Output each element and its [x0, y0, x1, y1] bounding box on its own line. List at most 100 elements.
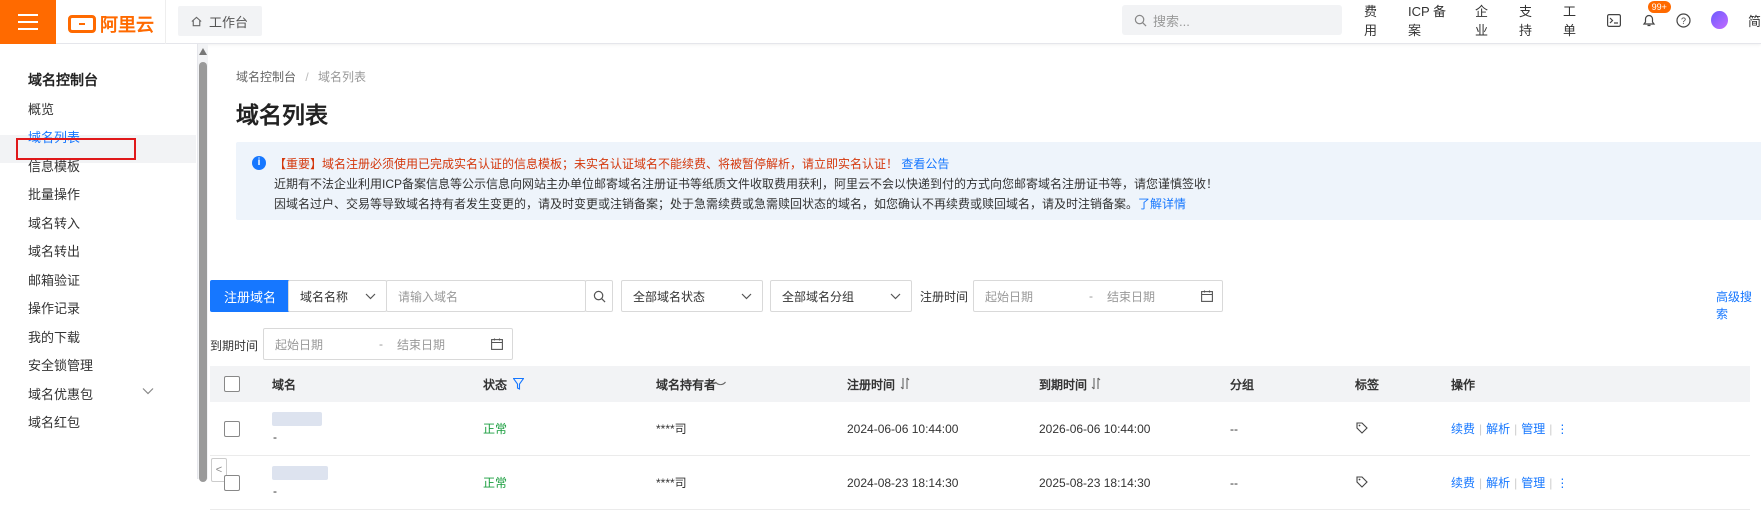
scroll-thumb[interactable] — [199, 62, 207, 482]
notice-banner: i 【重要】域名注册必须使用已完成实名认证的信息模板；未实名认证域名不能续费、将… — [236, 142, 1761, 220]
nav-support[interactable]: 支持 — [1519, 1, 1543, 39]
search-field-select[interactable]: 域名名称 — [288, 280, 387, 312]
search-placeholder: 搜索... — [1153, 13, 1190, 29]
tag-icon[interactable] — [1356, 422, 1368, 434]
menu-icon — [18, 21, 38, 23]
table-row: - 正常 ****司 2024-06-06 10:44:00 2026-06-0… — [210, 402, 1750, 456]
masked-domain-name[interactable] — [272, 466, 328, 480]
date-range-sep: - — [379, 337, 384, 351]
sidebar: 域名控制台 概览 域名列表 信息模板 批量操作 域名转入 域名转出 邮箱验证 操… — [0, 44, 198, 479]
sidebar-item-downloads[interactable]: 我的下载 — [28, 327, 80, 346]
advanced-search-link[interactable]: 高级搜索 — [1716, 288, 1761, 322]
owner-value: ****司 — [656, 422, 687, 436]
sidebar-scrollbar[interactable] — [198, 44, 208, 482]
renew-link[interactable]: 续费 — [1451, 422, 1475, 436]
action-sep: | — [1549, 476, 1553, 490]
expire-start-date[interactable]: 起始日期 — [275, 336, 323, 353]
global-search-input[interactable]: 搜索... — [1122, 5, 1342, 35]
sidebar-item-transfer-out[interactable]: 域名转出 — [28, 241, 80, 260]
expire-time-label: 到期时间 — [210, 339, 259, 353]
nav-enterprise[interactable]: 企业 — [1475, 1, 1499, 39]
eye-closed-icon[interactable] — [715, 381, 726, 387]
sidebar-item-discount-pack[interactable]: 域名优惠包 — [28, 384, 93, 403]
status-value: 正常 — [483, 476, 508, 490]
notice-line-3: 因域名过户、交易等导致域名持有者发生变更的，请及时变更或注销备案；处于急需续费或… — [274, 197, 1139, 211]
search-submit-button[interactable] — [585, 280, 613, 312]
workbench-button[interactable]: 工作台 — [178, 6, 263, 36]
notice-link-details[interactable]: 了解详情 — [1138, 197, 1186, 211]
chevron-down-icon[interactable] — [142, 387, 154, 395]
breadcrumb-root[interactable]: 域名控制台 — [236, 70, 296, 84]
scroll-up-icon[interactable] — [199, 48, 207, 55]
sort-icon[interactable] — [1091, 377, 1101, 390]
header-expire-time: 到期时间 — [1039, 377, 1088, 392]
action-sep: | — [1479, 476, 1483, 490]
nav-icp[interactable]: ICP 备案 — [1408, 1, 1455, 39]
masked-domain-name[interactable] — [272, 412, 322, 426]
main-content: 域名控制台 / 域名列表 域名列表 i 【重要】域名注册必须使用已完成实名认证的… — [208, 44, 1761, 510]
status-filter-value: 全部域名状态 — [633, 289, 706, 304]
sidebar-item-overview[interactable]: 概览 — [28, 99, 54, 118]
sidebar-item-red-packet[interactable]: 域名红包 — [28, 412, 80, 431]
status-filter-select[interactable]: 全部域名状态 — [621, 280, 763, 312]
expire-end-date[interactable]: 结束日期 — [397, 336, 445, 353]
svg-text:?: ? — [1681, 16, 1686, 26]
dns-link[interactable]: 解析 — [1486, 476, 1510, 490]
user-name[interactable]: 简 — [1748, 11, 1761, 30]
select-all-checkbox[interactable] — [224, 376, 240, 392]
reg-time-value: 2024-06-06 10:44:00 — [847, 421, 959, 436]
help-icon[interactable]: ? — [1676, 12, 1691, 28]
home-icon — [191, 16, 202, 26]
aliyun-logo[interactable]: 阿里云 — [68, 11, 154, 37]
nav-tickets[interactable]: 工单 — [1563, 1, 1587, 39]
calendar-icon — [491, 338, 503, 350]
sidebar-item-transfer-in[interactable]: 域名转入 — [28, 213, 80, 232]
search-icon — [593, 290, 605, 302]
notice-link-announcement[interactable]: 查看公告 — [901, 157, 949, 171]
header-actions: 操作 — [1451, 377, 1476, 392]
row-checkbox[interactable] — [224, 421, 240, 437]
domain-suffix: - — [273, 430, 277, 444]
sidebar-item-logs[interactable]: 操作记录 — [28, 298, 80, 317]
expire-date-range[interactable]: 起始日期 - 结束日期 — [263, 328, 513, 360]
nav-fees[interactable]: 费用 — [1364, 1, 1388, 39]
sidebar-item-templates[interactable]: 信息模板 — [28, 156, 80, 175]
breadcrumb-current: 域名列表 — [318, 70, 367, 84]
register-domain-button[interactable]: 注册域名 — [210, 280, 290, 312]
bell-icon[interactable]: 99+ — [1642, 1, 1671, 28]
sidebar-item-batch[interactable]: 批量操作 — [28, 184, 80, 203]
chevron-down-icon — [890, 293, 901, 299]
manage-link[interactable]: 管理 — [1521, 422, 1545, 436]
assistant-avatar-icon[interactable] — [1711, 11, 1728, 29]
sidebar-item-email-verify[interactable]: 邮箱验证 — [28, 270, 80, 289]
expire-time-value: 2026-06-06 10:44:00 — [1039, 421, 1151, 436]
chevron-down-icon — [365, 293, 376, 299]
sidebar-item-security-lock[interactable]: 安全锁管理 — [28, 355, 93, 374]
row-checkbox[interactable] — [224, 475, 240, 491]
header-domain: 域名 — [272, 377, 297, 392]
domain-search-input[interactable]: 请输入域名 — [386, 280, 586, 312]
register-start-date[interactable]: 起始日期 — [985, 288, 1033, 305]
hamburger-menu-button[interactable] — [0, 0, 56, 44]
register-date-range[interactable]: 起始日期 - 结束日期 — [973, 280, 1223, 312]
breadcrumb: 域名控制台 / 域名列表 — [236, 68, 366, 85]
group-filter-select[interactable]: 全部域名分组 — [770, 280, 912, 312]
more-icon[interactable]: ⋮ — [1556, 476, 1568, 490]
table-row: - 正常 ****司 2024-08-23 18:14:30 2025-08-2… — [210, 456, 1750, 510]
dns-link[interactable]: 解析 — [1486, 422, 1510, 436]
header-reg-time: 注册时间 — [847, 377, 896, 392]
manage-link[interactable]: 管理 — [1521, 476, 1545, 490]
search-icon — [1134, 14, 1147, 26]
more-icon[interactable]: ⋮ — [1556, 422, 1568, 436]
notification-badge: 99+ — [1647, 1, 1671, 13]
group-value: -- — [1230, 421, 1238, 436]
renew-link[interactable]: 续费 — [1451, 476, 1475, 490]
filter-icon[interactable] — [513, 378, 524, 390]
expire-time-value: 2025-08-23 18:14:30 — [1039, 475, 1151, 490]
register-end-date[interactable]: 结束日期 — [1107, 288, 1155, 305]
aliyun-logo-icon — [68, 15, 96, 33]
terminal-icon[interactable] — [1607, 12, 1622, 28]
domain-search-placeholder: 请输入域名 — [398, 289, 459, 304]
tag-icon[interactable] — [1356, 476, 1368, 488]
sort-icon[interactable] — [900, 377, 910, 390]
